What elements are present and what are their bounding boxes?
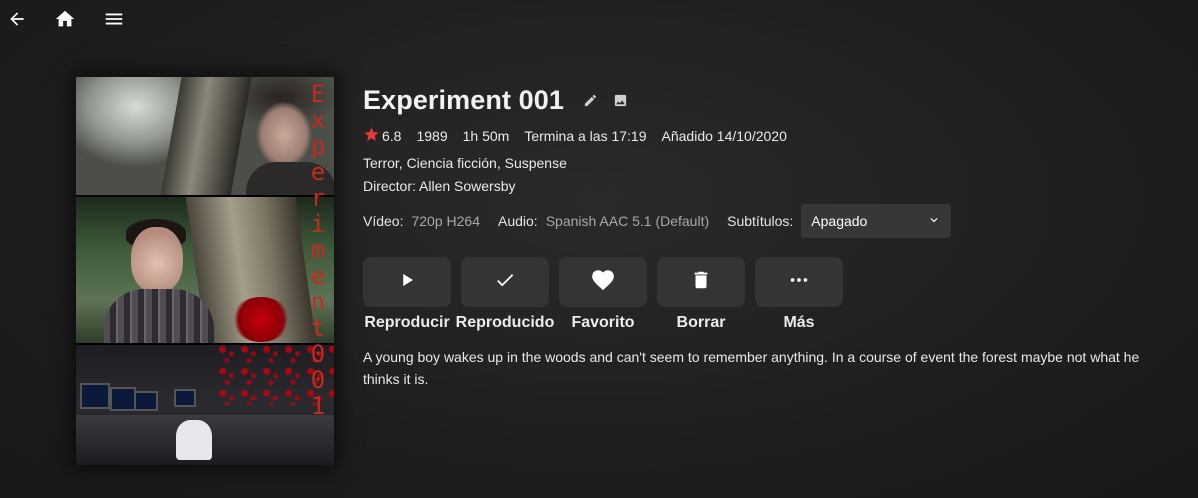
- poster-image[interactable]: Experiment001: [76, 77, 334, 465]
- metadata-row: 6.8 1989 1h 50m Termina a las 17:19 Añad…: [363, 126, 1163, 146]
- edit-icon[interactable]: [582, 92, 598, 108]
- image-edit-icon[interactable]: [612, 92, 628, 108]
- stream-info: Vídeo: 720p H264 Audio: Spanish AAC 5.1 …: [363, 204, 1163, 238]
- overview-text: A young boy wakes up in the woods and ca…: [363, 349, 1140, 387]
- runtime: 1h 50m: [462, 128, 510, 144]
- play-label: Reproducir: [364, 314, 450, 331]
- star-icon: [363, 126, 382, 146]
- audio-value: Spanish AAC 5.1 (Default): [545, 213, 710, 229]
- page-title: Experiment 001: [363, 84, 564, 115]
- director: Director: Allen Sowersby: [363, 178, 516, 194]
- play-button[interactable]: Reproducir: [363, 257, 451, 332]
- year: 1989: [416, 128, 448, 144]
- favorite-button-box[interactable]: [559, 257, 647, 307]
- heart-icon: [590, 267, 616, 298]
- genres: Terror, Ciencia ficción, Suspense: [363, 155, 567, 171]
- played-label: Reproducido: [455, 314, 555, 331]
- poster-title-text: Experiment001: [310, 80, 326, 420]
- delete-button[interactable]: Borrar: [657, 257, 745, 332]
- date-added: Añadido 14/10/2020: [661, 128, 787, 144]
- trash-icon: [690, 269, 712, 296]
- played-button-box[interactable]: [461, 257, 549, 307]
- poster-panel-top: [76, 77, 334, 197]
- play-icon: [398, 271, 416, 294]
- action-buttons: Reproducir Reproducido Favorito Borrar M…: [363, 257, 1163, 332]
- rating: 6.8: [363, 126, 401, 146]
- played-button[interactable]: Reproducido: [456, 257, 554, 332]
- video-label: Vídeo:: [363, 213, 404, 229]
- audio-label: Audio:: [498, 213, 538, 229]
- subtitles-value: Apagado: [811, 213, 868, 229]
- subtitles-select[interactable]: Apagado: [801, 204, 952, 238]
- menu-icon[interactable]: [103, 8, 125, 30]
- rating-value: 6.8: [382, 128, 402, 144]
- video-value: 720p H264: [411, 213, 480, 229]
- poster-panel-middle: [76, 197, 334, 345]
- details-panel: Experiment 001 6.8 1989 1h 50m Termina a…: [363, 80, 1163, 390]
- more-icon: [788, 269, 810, 296]
- more-button-box[interactable]: [755, 257, 843, 307]
- ends-at: Termina a las 17:19: [524, 128, 647, 144]
- favorite-label: Favorito: [571, 314, 635, 331]
- delete-label: Borrar: [676, 314, 726, 331]
- more-label: Más: [783, 314, 815, 331]
- subtitles-label: Subtítulos:: [727, 213, 794, 229]
- delete-button-box[interactable]: [657, 257, 745, 307]
- back-arrow-icon[interactable]: [6, 8, 28, 30]
- home-icon[interactable]: [54, 8, 76, 30]
- check-icon: [494, 269, 516, 296]
- chevron-down-icon: [927, 213, 941, 230]
- favorite-button[interactable]: Favorito: [559, 257, 647, 332]
- more-button[interactable]: Más: [755, 257, 843, 332]
- poster-panel-bottom: [76, 345, 334, 465]
- top-bar: [0, 0, 1198, 40]
- play-button-box[interactable]: [363, 257, 451, 307]
